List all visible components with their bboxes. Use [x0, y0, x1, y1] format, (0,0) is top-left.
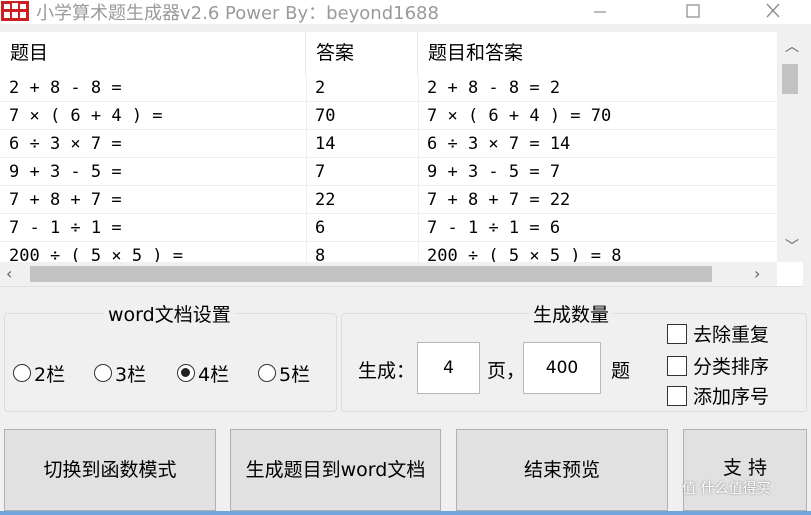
checkbox-icon[interactable] — [667, 386, 687, 406]
table-row[interactable]: 6 ÷ 3 × 7 = 14 6 ÷ 3 × 7 = 14 — [0, 130, 776, 158]
column-header-answer[interactable]: 答案 — [306, 32, 417, 74]
question-cell: 7 × ( 6 + 4 ) = — [9, 106, 163, 126]
answer-cell: 7 — [315, 162, 326, 182]
answer-cell: 2 — [315, 78, 326, 98]
question-answer-cell: 7 × ( 6 + 4 ) = 70 — [427, 106, 612, 126]
question-cell: 6 ÷ 3 × 7 = — [9, 134, 122, 154]
question-count-input[interactable]: 400 — [523, 342, 601, 394]
answer-cell: 6 — [315, 218, 326, 238]
app-logo-icon — [1, 1, 29, 21]
radio-button-selected-icon[interactable] — [177, 364, 195, 382]
question-cell: 2 + 8 - 8 = — [9, 78, 122, 98]
question-answer-cell: 6 ÷ 3 × 7 = 14 — [427, 134, 571, 154]
checkbox-icon[interactable] — [667, 356, 687, 376]
horizontal-scroll-thumb[interactable] — [30, 266, 712, 282]
generate-word-button[interactable]: 生成题目到word文档 — [230, 429, 441, 511]
question-unit-label: 题 — [611, 360, 631, 382]
table-row[interactable]: 7 × ( 6 + 4 ) = 70 7 × ( 6 + 4 ) = 70 — [0, 102, 776, 130]
table-row[interactable]: 2 + 8 - 8 = 2 2 + 8 - 8 = 2 — [0, 74, 776, 102]
radio-button-icon[interactable] — [94, 364, 112, 382]
scroll-left-icon[interactable]: ‹ — [6, 264, 12, 283]
pages-unit-label: 页， — [487, 360, 526, 382]
word-settings-group: word文档设置 2栏 3栏 4栏 5栏 — [4, 300, 337, 412]
quantity-title: 生成数量 — [529, 300, 614, 327]
table-row[interactable]: 200 ÷ ( 5 × 5 ) = 8 200 ÷ ( 5 × 5 ) = 8 — [0, 242, 776, 262]
vertical-scrollbar[interactable]: ︿ ﹀ — [777, 32, 803, 262]
window-bottom-edge — [0, 511, 811, 515]
vertical-scroll-thumb[interactable] — [782, 64, 798, 94]
support-button[interactable]: 支 持 — [683, 429, 807, 511]
title-bar: 小学算术题生成器v2.6 Power By：beyond1688 — [0, 0, 811, 24]
answer-cell: 70 — [315, 106, 336, 126]
table-row[interactable]: 9 + 3 - 5 = 7 9 + 3 - 5 = 7 — [0, 158, 776, 186]
answer-cell: 22 — [315, 190, 336, 210]
window-title: 小学算术题生成器v2.6 Power By：beyond1688 — [36, 3, 439, 24]
end-preview-button[interactable]: 结束预览 — [456, 429, 668, 511]
question-cell: 7 + 8 + 7 = — [9, 190, 122, 210]
horizontal-scrollbar[interactable]: ‹ › — [0, 262, 777, 286]
list-header: 题目 答案 题目和答案 — [0, 32, 778, 74]
question-cell: 200 ÷ ( 5 × 5 ) = — [9, 246, 183, 262]
radio-button-icon[interactable] — [13, 364, 31, 382]
column-header-question[interactable]: 题目 — [0, 32, 305, 74]
checkbox-icon[interactable] — [667, 324, 687, 344]
switch-function-mode-button[interactable]: 切换到函数模式 — [4, 429, 216, 511]
question-answer-cell: 2 + 8 - 8 = 2 — [427, 78, 561, 98]
word-settings-title: word文档设置 — [104, 300, 235, 327]
table-row[interactable]: 7 - 1 ÷ 1 = 6 7 - 1 ÷ 1 = 6 — [0, 214, 776, 242]
column-header-question-answer[interactable]: 题目和答案 — [418, 32, 776, 74]
close-icon[interactable] — [750, 0, 796, 24]
answer-cell: 14 — [315, 134, 336, 154]
question-cell: 9 + 3 - 5 = — [9, 162, 122, 182]
maximize-icon[interactable] — [670, 0, 716, 24]
scroll-up-icon[interactable]: ︿ — [785, 36, 799, 56]
question-list-view[interactable]: 题目 答案 题目和答案 2 + 8 - 8 = 2 2 + 8 - 8 = 2 7 ×… — [0, 32, 803, 287]
question-answer-cell: 200 ÷ ( 5 × 5 ) = 8 — [427, 246, 622, 262]
question-answer-cell: 7 + 8 + 7 = 22 — [427, 190, 571, 210]
scroll-down-icon[interactable]: ﹀ — [785, 236, 799, 256]
answer-cell: 8 — [315, 246, 326, 262]
table-row[interactable]: 7 + 8 + 7 = 22 7 + 8 + 7 = 22 — [0, 186, 776, 214]
list-rows: 2 + 8 - 8 = 2 2 + 8 - 8 = 2 7 × ( 6 + 4 ) =… — [0, 74, 776, 262]
question-answer-cell: 7 - 1 ÷ 1 = 6 — [427, 218, 561, 238]
question-cell: 7 - 1 ÷ 1 = — [9, 218, 122, 238]
watermark: 值 什么值得买 — [682, 481, 771, 497]
minimize-icon[interactable] — [577, 0, 623, 24]
question-answer-cell: 9 + 3 - 5 = 7 — [427, 162, 561, 182]
scroll-right-icon[interactable]: › — [754, 264, 760, 283]
generate-label: 生成： — [358, 360, 416, 382]
pages-input[interactable]: 4 — [417, 342, 480, 394]
radio-button-icon[interactable] — [258, 364, 276, 382]
